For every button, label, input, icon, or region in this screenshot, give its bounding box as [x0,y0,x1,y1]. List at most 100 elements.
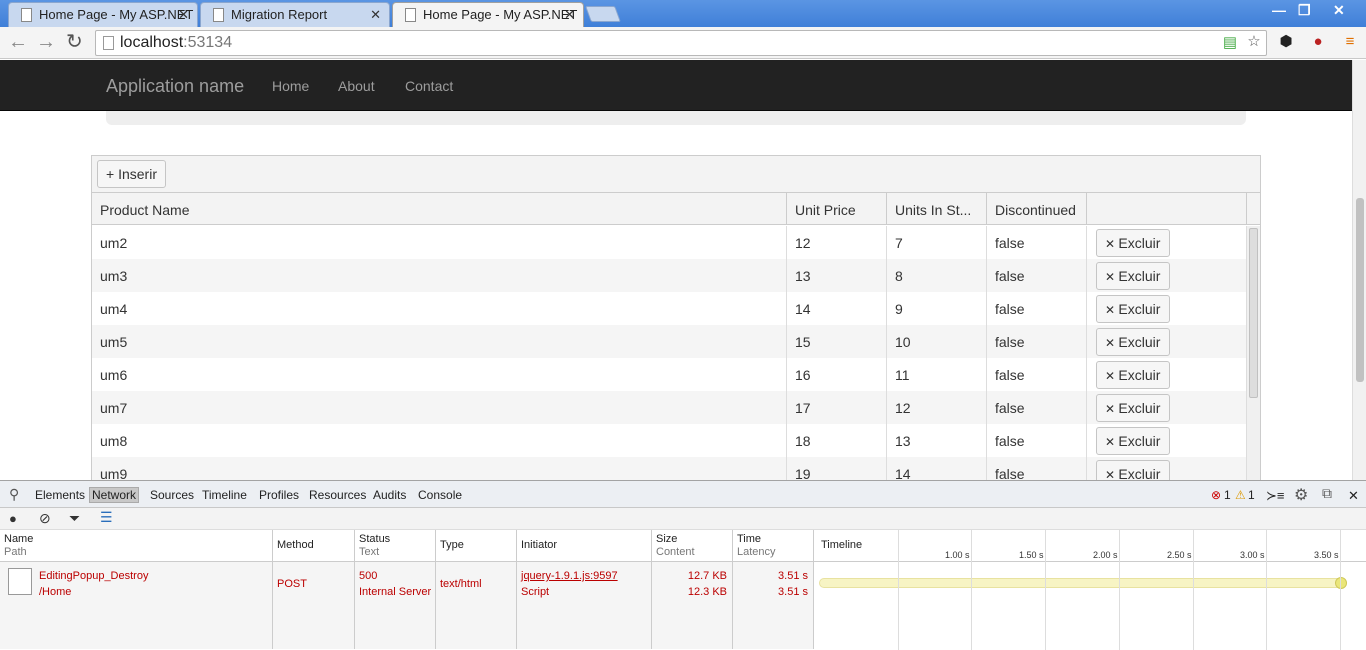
tab-elements[interactable]: Elements [35,488,85,502]
record-icon[interactable]: ● [9,511,17,526]
delete-button[interactable]: ✕ Excluir [1096,361,1170,389]
warning-icon[interactable]: ⚠ [1235,488,1246,502]
clear-icon[interactable]: ⊘ [39,510,51,527]
cell-price[interactable]: 19 [786,457,886,480]
table-row[interactable]: um5 15 10 false ✕ Excluir [92,325,1246,358]
initiator-link[interactable]: jquery-1.9.1.js:9597 [521,568,651,584]
browser-tab[interactable]: Home Page - My ASP.NET ✕ [8,2,198,27]
cell-disc[interactable]: false [986,424,1086,457]
browser-tab[interactable]: Migration Report ✕ [200,2,390,27]
page-scrollbar[interactable] [1352,60,1366,480]
cell-name[interactable]: um5 [92,325,786,358]
col-status[interactable]: Status Text [354,530,435,562]
table-row[interactable]: um6 16 11 false ✕ Excluir [92,358,1246,391]
cell-name[interactable]: um2 [92,226,786,259]
cell-units[interactable]: 10 [886,325,986,358]
col-time[interactable]: Time Latency [732,530,813,562]
cell-price[interactable]: 12 [786,226,886,259]
col-method[interactable]: Method [272,530,354,562]
close-icon[interactable]: ✕ [178,7,189,23]
error-icon[interactable]: ⊗ [1211,488,1221,502]
delete-button[interactable]: ✕ Excluir [1096,229,1170,257]
cell-units[interactable]: 12 [886,391,986,424]
delete-button[interactable]: ✕ Excluir [1096,295,1170,323]
insert-button[interactable]: + Inserir [97,160,166,188]
cell-name[interactable]: um9 [92,457,786,480]
cell-price[interactable]: 14 [786,292,886,325]
extension-icon[interactable]: ▤ [1220,33,1240,53]
column-header-units-in-stock[interactable]: Units In St... [886,193,986,225]
nav-contact[interactable]: Contact [405,78,453,94]
cell-disc[interactable]: false [986,292,1086,325]
cell-name[interactable]: um8 [92,424,786,457]
delete-button[interactable]: ✕ Excluir [1096,394,1170,422]
table-row[interactable]: um3 13 8 false ✕ Excluir [92,259,1246,292]
search-icon[interactable]: ⚲ [9,486,19,503]
nav-home[interactable]: Home [272,78,309,94]
tab-console[interactable]: Console [418,488,462,502]
cell-units[interactable]: 8 [886,259,986,292]
cell-name[interactable]: um7 [92,391,786,424]
html5-icon[interactable]: ⬢ [1276,32,1296,52]
cell-price[interactable]: 13 [786,259,886,292]
tab-resources[interactable]: Resources [309,488,366,502]
dock-icon[interactable]: ⧉ [1322,485,1332,502]
cell-disc[interactable]: false [986,457,1086,480]
col-type[interactable]: Type [435,530,516,562]
delete-button[interactable]: ✕ Excluir [1096,460,1170,480]
address-bar[interactable]: localhost:53134 ▤ ☆ [95,30,1267,56]
scrollbar-thumb[interactable] [1249,228,1258,398]
close-window-icon[interactable]: ✕ [1333,2,1345,19]
network-request-row[interactable]: EditingPopup_Destroy /Home POST 500 Inte… [0,562,1366,649]
minimize-icon[interactable]: — [1272,2,1286,18]
column-header-product-name[interactable]: Product Name [92,193,786,225]
cell-units[interactable]: 14 [886,457,986,480]
cell-units[interactable]: 11 [886,358,986,391]
cell-price[interactable]: 15 [786,325,886,358]
nav-about[interactable]: About [338,78,375,94]
table-row[interactable]: um2 12 7 false ✕ Excluir [92,226,1246,259]
scrollbar-thumb[interactable] [1356,198,1364,382]
table-row[interactable]: um9 19 14 false ✕ Excluir [92,457,1246,480]
cell-disc[interactable]: false [986,226,1086,259]
cell-price[interactable]: 16 [786,358,886,391]
tab-audits[interactable]: Audits [373,488,406,502]
restore-icon[interactable]: ❐ [1298,2,1311,19]
tab-profiles[interactable]: Profiles [259,488,299,502]
tab-timeline[interactable]: Timeline [202,488,247,502]
extension-ball-icon[interactable]: ● [1308,32,1328,52]
filter-icon[interactable]: ⏷ [69,510,80,527]
star-icon[interactable]: ☆ [1244,32,1264,52]
cell-disc[interactable]: false [986,358,1086,391]
menu-icon[interactable]: ≡ [1340,32,1360,52]
delete-button[interactable]: ✕ Excluir [1096,328,1170,356]
brand-link[interactable]: Application name [106,76,244,97]
col-initiator[interactable]: Initiator [516,530,651,562]
cell-disc[interactable]: false [986,325,1086,358]
cell-price[interactable]: 17 [786,391,886,424]
column-header-unit-price[interactable]: Unit Price [786,193,886,225]
cell-disc[interactable]: false [986,259,1086,292]
cell-units[interactable]: 13 [886,424,986,457]
new-tab-button[interactable] [585,6,621,22]
browser-tab-active[interactable]: Home Page - My ASP.NET ✕ [392,2,584,27]
drawer-icon[interactable]: ≻≡ [1266,488,1284,504]
close-icon[interactable]: ✕ [1348,488,1359,504]
gear-icon[interactable]: ⚙ [1294,485,1308,505]
grid-scrollbar[interactable] [1246,226,1260,480]
cell-name[interactable]: um4 [92,292,786,325]
delete-button[interactable]: ✕ Excluir [1096,427,1170,455]
tab-network[interactable]: Network [89,487,140,503]
cell-units[interactable]: 9 [886,292,986,325]
cell-name[interactable]: um6 [92,358,786,391]
tab-sources[interactable]: Sources [150,488,194,502]
table-row[interactable]: um8 18 13 false ✕ Excluir [92,424,1246,457]
table-row[interactable]: um7 17 12 false ✕ Excluir [92,391,1246,424]
table-row[interactable]: um4 14 9 false ✕ Excluir [92,292,1246,325]
warning-count[interactable]: 1 [1248,488,1255,502]
col-name[interactable]: Name Path [0,530,272,562]
large-rows-icon[interactable]: ☰ [100,509,113,526]
cell-price[interactable]: 18 [786,424,886,457]
forward-icon[interactable]: → [36,32,56,52]
close-icon[interactable]: ✕ [370,7,381,23]
